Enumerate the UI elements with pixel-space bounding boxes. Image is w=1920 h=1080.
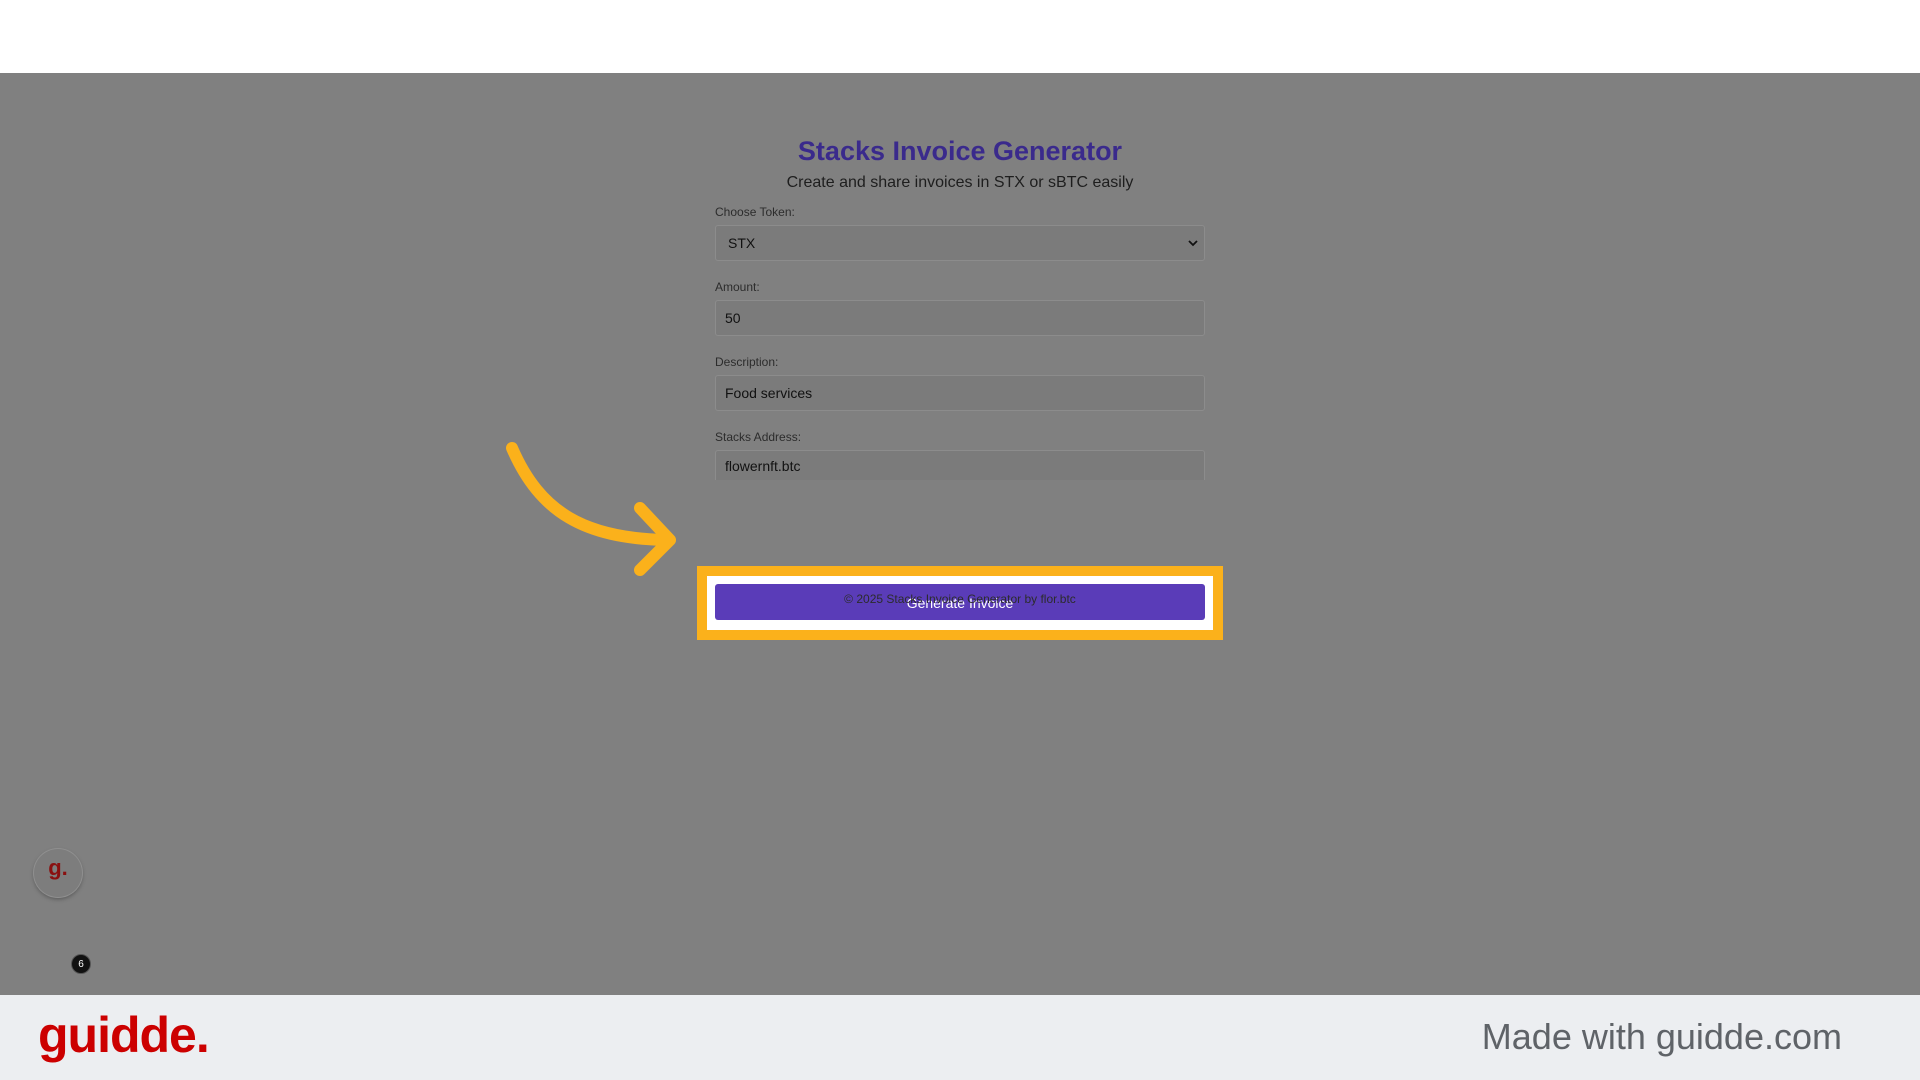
curved-arrow-icon [506, 442, 676, 576]
description-input-value: Food services [725, 385, 813, 401]
description-input[interactable]: Food services [715, 375, 1205, 411]
made-with-tagline[interactable]: Made with guidde.com [1482, 1015, 1842, 1059]
top-strip [0, 0, 1920, 73]
app-footer: © 2025 Stacks Invoice Generator by flor.… [844, 592, 1076, 606]
token-select-value: STX [728, 235, 756, 251]
app-viewport: Stacks Invoice Generator Create and shar… [0, 73, 1920, 995]
amount-input-value: 50 [725, 310, 741, 326]
page-subtitle: Create and share invoices in STX or sBTC… [786, 174, 1134, 191]
address-input[interactable]: flowernft.btc [715, 450, 1205, 480]
guidde-widget-button[interactable]: g. [34, 849, 82, 897]
page: Stacks Invoice Generator Create and shar… [0, 0, 1920, 1080]
guidde-logo[interactable]: guidde. [38, 1005, 210, 1065]
address-label: Stacks Address: [715, 430, 802, 444]
chevron-down-icon [1188, 240, 1198, 247]
step-count-badge: 6 [71, 954, 91, 974]
guidde-widget-logo: g. [48, 855, 68, 880]
description-label: Description: [715, 355, 779, 369]
amount-input[interactable]: 50 [715, 300, 1205, 336]
page-title: Stacks Invoice Generator [797, 136, 1123, 166]
address-input-value: flowernft.btc [725, 458, 801, 474]
token-select[interactable]: STX [715, 225, 1205, 261]
token-label: Choose Token: [715, 205, 795, 219]
brand-bar: guidde. Made with guidde.com [0, 995, 1920, 1080]
amount-label: Amount: [715, 280, 760, 294]
invoice-form: Stacks Invoice Generator Create and shar… [715, 135, 1205, 480]
